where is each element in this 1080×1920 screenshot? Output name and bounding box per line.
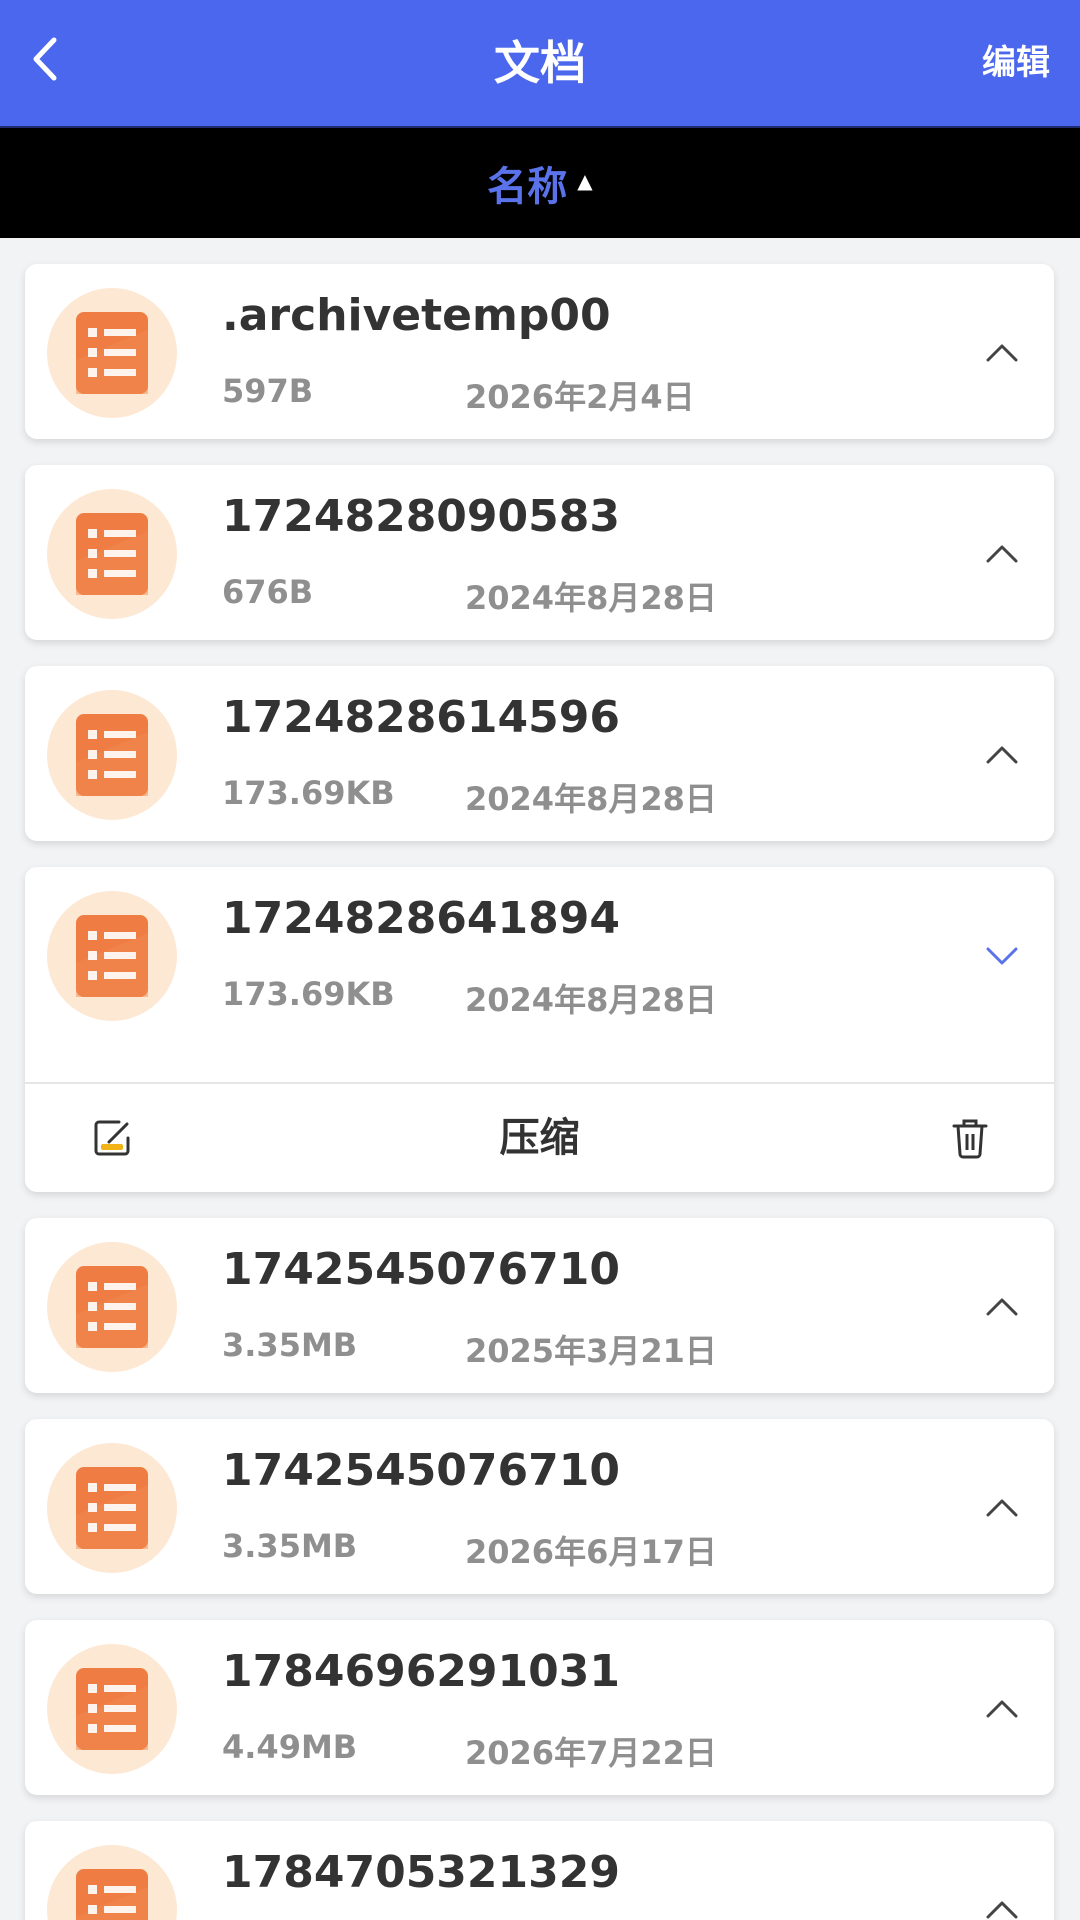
chevron-up-icon[interactable]	[980, 1887, 1024, 1920]
chevron-down-icon[interactable]	[980, 933, 1024, 977]
edit-icon[interactable]	[89, 1114, 137, 1162]
sort-ascending-icon: ▲	[577, 169, 593, 193]
file-date: 2026年2月4日	[465, 378, 695, 416]
sort-bar[interactable]: 名称 ▲	[0, 128, 1080, 238]
file-name: 1742545076710	[222, 1445, 620, 1496]
chevron-up-icon[interactable]	[980, 1686, 1024, 1730]
document-icon	[47, 489, 177, 619]
file-size: 173.69KB	[222, 774, 395, 812]
file-size: 3.35MB	[222, 1326, 358, 1364]
file-size: 4.49MB	[222, 1728, 358, 1766]
file-name: .archivetemp00	[222, 290, 611, 341]
chevron-up-icon[interactable]	[980, 1485, 1024, 1529]
file-date: 2025年3月21日	[465, 1332, 717, 1370]
file-row[interactable]: 1742545076710 3.35MB 2025年3月21日	[25, 1218, 1054, 1393]
file-row[interactable]: 1724828614596 173.69KB 2024年8月28日	[25, 666, 1054, 841]
file-row[interactable]: .archivetemp00 597B 2026年2月4日	[25, 264, 1054, 439]
file-name: 1724828614596	[222, 692, 620, 743]
document-icon	[47, 288, 177, 418]
file-size: 597B	[222, 372, 314, 410]
file-date: 2024年8月28日	[465, 579, 717, 617]
file-list: .archivetemp00 597B 2026年2月4日 1724828090…	[0, 238, 1080, 1920]
chevron-up-icon[interactable]	[980, 330, 1024, 374]
chevron-up-icon[interactable]	[980, 732, 1024, 776]
file-name: 1784705321329	[222, 1847, 620, 1898]
file-size: 173.69KB	[222, 975, 395, 1013]
document-icon	[47, 1443, 177, 1573]
document-icon	[47, 1845, 177, 1920]
document-icon	[47, 891, 177, 1021]
sort-by-name-label[interactable]: 名称	[487, 154, 567, 212]
document-icon	[47, 690, 177, 820]
chevron-up-icon[interactable]	[980, 1284, 1024, 1328]
file-row[interactable]: 1724828641894 173.69KB 2024年8月28日	[25, 867, 1054, 1082]
file-row[interactable]: 1784705321329	[25, 1821, 1054, 1920]
compress-button[interactable]: 压缩	[440, 1084, 640, 1192]
file-date: 2026年6月17日	[465, 1533, 717, 1571]
file-size: 3.35MB	[222, 1527, 358, 1565]
file-date: 2024年8月28日	[465, 780, 717, 818]
file-card[interactable]: 1724828090583 676B 2024年8月28日	[25, 465, 1054, 640]
edit-button[interactable]: 编辑	[982, 0, 1050, 126]
file-size: 676B	[222, 573, 314, 611]
page-title: 文档	[494, 36, 586, 90]
file-name: 1724828090583	[222, 491, 620, 542]
document-icon	[47, 1242, 177, 1372]
file-card[interactable]: 1784696291031 4.49MB 2026年7月22日	[25, 1620, 1054, 1795]
trash-icon[interactable]	[946, 1114, 994, 1162]
file-card[interactable]: .archivetemp00 597B 2026年2月4日	[25, 264, 1054, 439]
file-card[interactable]: 1742545076710 3.35MB 2026年6月17日	[25, 1419, 1054, 1594]
file-name: 1724828641894	[222, 893, 620, 944]
file-card[interactable]: 1724828641894 173.69KB 2024年8月28日 压缩	[25, 867, 1054, 1192]
file-card[interactable]: 1742545076710 3.35MB 2025年3月21日	[25, 1218, 1054, 1393]
file-name: 1784696291031	[222, 1646, 620, 1697]
file-row[interactable]: 1724828090583 676B 2024年8月28日	[25, 465, 1054, 640]
file-name: 1742545076710	[222, 1244, 620, 1295]
chevron-up-icon[interactable]	[980, 531, 1024, 575]
file-card[interactable]: 1724828614596 173.69KB 2024年8月28日	[25, 666, 1054, 841]
file-action-bar: 压缩	[25, 1082, 1054, 1192]
app-header: 文档 编辑	[0, 0, 1080, 128]
document-icon	[47, 1644, 177, 1774]
file-row[interactable]: 1784696291031 4.49MB 2026年7月22日	[25, 1620, 1054, 1795]
file-card[interactable]: 1784705321329	[25, 1821, 1054, 1920]
file-date: 2024年8月28日	[465, 981, 717, 1019]
file-date: 2026年7月22日	[465, 1734, 717, 1772]
file-row[interactable]: 1742545076710 3.35MB 2026年6月17日	[25, 1419, 1054, 1594]
